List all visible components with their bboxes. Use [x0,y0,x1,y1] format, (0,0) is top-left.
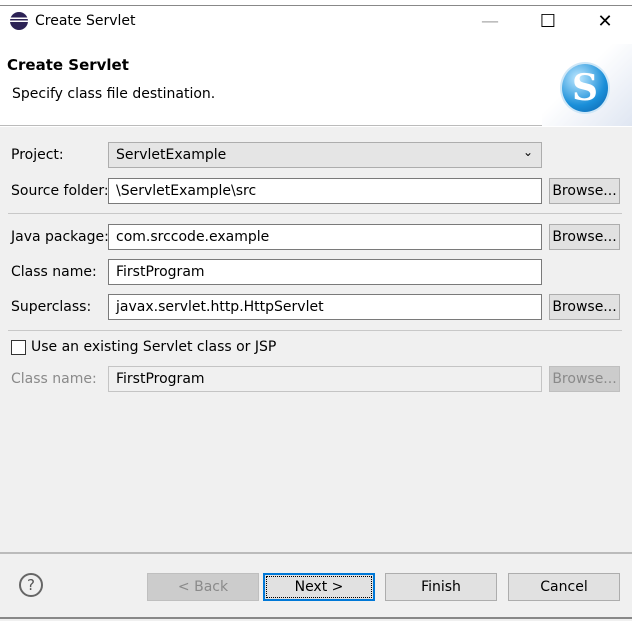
use-existing-checkbox[interactable] [11,340,26,355]
wizard-title: Create Servlet [7,56,129,74]
existing-class-browse-button[interactable]: Browse... [549,366,620,392]
use-existing-label[interactable]: Use an existing Servlet class or JSP [31,339,276,355]
footer-separator [0,552,632,554]
project-label: Project: [11,147,64,163]
java-package-input[interactable]: com.srccode.example [108,224,542,250]
wizard-header: Create Servlet Specify class file destin… [0,44,632,126]
help-icon[interactable]: ? [19,573,43,597]
minimize-button[interactable]: — [470,6,510,36]
java-package-browse-button[interactable]: Browse... [549,224,620,250]
bottom-border [0,617,632,619]
eclipse-icon [10,12,28,30]
wizard-description: Specify class file destination. [12,86,216,102]
maximize-button[interactable]: ☐ [528,6,568,36]
separator [8,213,622,214]
back-button[interactable]: < Back [147,573,259,601]
existing-class-name-input[interactable]: FirstProgram [108,366,542,392]
source-folder-input[interactable]: \ServletExample\src [108,178,542,204]
source-folder-label: Source folder: [11,183,109,199]
existing-class-name-label: Class name: [11,371,97,387]
close-button[interactable]: ✕ [585,6,625,36]
superclass-browse-button[interactable]: Browse... [549,294,620,320]
chevron-down-icon: ⌄ [522,145,533,159]
class-name-input[interactable]: FirstProgram [108,259,542,285]
window-title: Create Servlet [35,13,136,29]
class-name-label: Class name: [11,264,97,280]
project-value: ServletExample [116,147,227,163]
superclass-input[interactable]: javax.servlet.http.HttpServlet [108,294,542,320]
title-bar: Create Servlet — ☐ ✕ [0,6,632,44]
separator [8,330,622,331]
source-folder-browse-button[interactable]: Browse... [549,178,620,204]
superclass-label: Superclass: [11,299,92,315]
cancel-button[interactable]: Cancel [508,573,620,601]
next-button[interactable]: Next > [263,573,375,601]
project-combo[interactable]: ServletExample ⌄ [108,142,542,168]
servlet-logo-icon: S [560,62,610,114]
finish-button[interactable]: Finish [385,573,497,601]
java-package-label: Java package: [11,229,109,245]
